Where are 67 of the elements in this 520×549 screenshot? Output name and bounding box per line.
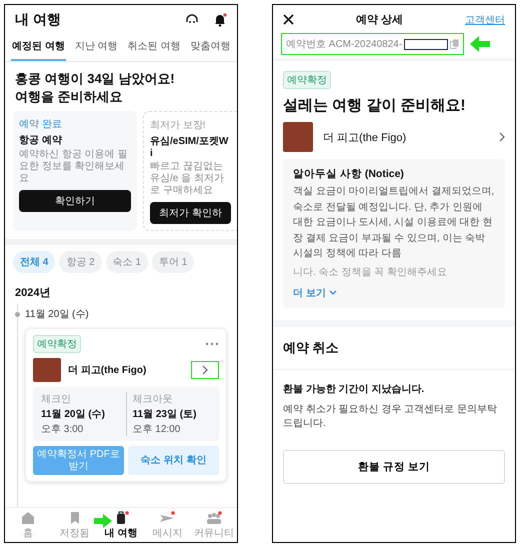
more-icon[interactable] <box>205 342 219 346</box>
stay-date: 11월 20일 (수) <box>41 408 106 422</box>
banner-heading: 홍콩 여행이 34일 남았어요! <box>15 70 176 88</box>
detail-chevron-button[interactable] <box>191 361 219 380</box>
home-icon <box>20 511 36 525</box>
screen-title: 예약 상세 <box>356 13 404 27</box>
card-button[interactable]: 확인하기 <box>19 190 131 212</box>
photo-placeholder <box>283 122 313 152</box>
people-icon <box>206 511 222 525</box>
close-icon[interactable] <box>283 14 294 25</box>
refund-policy-button[interactable]: 환불 규정 보기 <box>283 450 505 484</box>
hotel-name: 더 피고(the Figo) <box>323 130 408 144</box>
chevron-right-icon[interactable] <box>499 132 505 142</box>
screen-title: 내 여행 <box>15 11 61 29</box>
status-badge: 예약확정 <box>33 335 81 354</box>
trip-tab[interactable]: 지난 여행 <box>74 33 119 61</box>
card-button[interactable]: 최저가 확인하 <box>150 202 231 224</box>
stay-time: 오후 12:00 <box>132 423 182 436</box>
nav-tab[interactable]: 내 여행 <box>98 511 144 540</box>
booking-number: 예약번호 ACM-20240824- <box>286 38 402 51</box>
pointer-arrow <box>94 514 112 528</box>
banner-heading: 여행을 준비하세요 <box>15 88 124 106</box>
year-heading: 2024년 <box>14 286 52 302</box>
filter-chip[interactable]: 숙소 1 <box>106 251 148 274</box>
redacted-box <box>404 38 448 50</box>
filter-chip[interactable]: 항공 2 <box>59 251 102 274</box>
trip-tab[interactable]: 취소된 여행 <box>126 33 182 61</box>
timeline-dot <box>15 312 20 317</box>
notification-bell-icon[interactable] <box>213 13 227 27</box>
nav-tab[interactable]: 홈 <box>5 511 52 540</box>
notice-text: 니다. 숙소 정책을 꼭 확인해주세요 <box>293 266 448 278</box>
refund-notice-text: 예약 취소가 필요하신 경우 고객센터로 문의부탁드립니다. <box>283 402 498 430</box>
refund-notice-title: 환불 가능한 기간이 지났습니다. <box>283 382 426 396</box>
trip-date: 11월 20일 (수) <box>25 308 89 322</box>
nav-tab[interactable]: 메시지 <box>144 511 191 540</box>
plane-icon <box>159 511 176 525</box>
status-badge: 예약확정 <box>283 71 331 89</box>
card-description: 예약하신 항공 이용에 필요한 정보를 확인해보세요 <box>19 149 128 186</box>
pointer-arrow <box>470 36 490 52</box>
trip-tab[interactable]: 맞춤여행 <box>189 33 232 61</box>
card-title: 항공 예약 <box>19 134 63 148</box>
chevron-right-icon <box>202 365 208 376</box>
filter-chip[interactable]: 투어 1 <box>152 251 194 274</box>
stay-time: 오후 3:00 <box>41 423 84 436</box>
nav-tab[interactable]: 커뮤니티 <box>190 511 237 540</box>
card-tag: 최저가 보장! <box>150 118 231 132</box>
booking-action-button[interactable]: 예약확정서 PDF로 받기 <box>33 446 124 476</box>
stay-label: 체크인 <box>41 393 72 406</box>
customer-center-link[interactable]: 고객센터 <box>465 12 505 26</box>
trip-tab[interactable]: 예정된 여행 <box>11 33 66 61</box>
booking-card[interactable]: 예약확정 더 피고(the Figo) 체크인 11월 20일 (수) 오후 3:00 체크아웃 11월 23일 (토) 오후 12:00 예약확정서 PDF로 받기 숙소 위치 확인 <box>25 328 227 482</box>
hotel-name: 더 피고(the Figo) <box>68 364 148 378</box>
nav-tab[interactable]: 저장됨 <box>51 511 98 540</box>
stay-date: 11월 23일 (토) <box>132 408 198 422</box>
photo-placeholder <box>33 358 61 382</box>
page-heading: 설레는 여행 같이 준비해요! <box>283 96 466 115</box>
filter-chip[interactable]: 전체 4 <box>13 251 56 274</box>
chevron-down-icon <box>328 290 337 295</box>
card-title: 유심/eSIM/포켓Wi <box>150 135 230 160</box>
card-tag: 예약 완료 <box>19 117 131 132</box>
stay-label: 체크아웃 <box>132 393 174 406</box>
section-heading: 예약 취소 <box>282 338 340 356</box>
show-more-button[interactable]: 더 보기 <box>293 282 337 300</box>
notice-title: 알아두실 사항 (Notice) <box>293 167 405 181</box>
notice-text: 객실 요금이 마이리얼트립에서 결제되었으며, 숙소로 전달될 예정입니다. 단, 추가 인원에 대한 요금이나 도시세, 시설 이용료에 대한 현장 결제 요금이 부과될 수 있으며, 이는 숙박 시설의 정책에 따라 다름 <box>293 185 495 261</box>
booking-action-button[interactable]: 숙소 위치 확인 <box>128 446 219 476</box>
card-description: 빠르고 끊김없는 유심/e 을 최저가로 구매하세요 <box>150 161 225 198</box>
